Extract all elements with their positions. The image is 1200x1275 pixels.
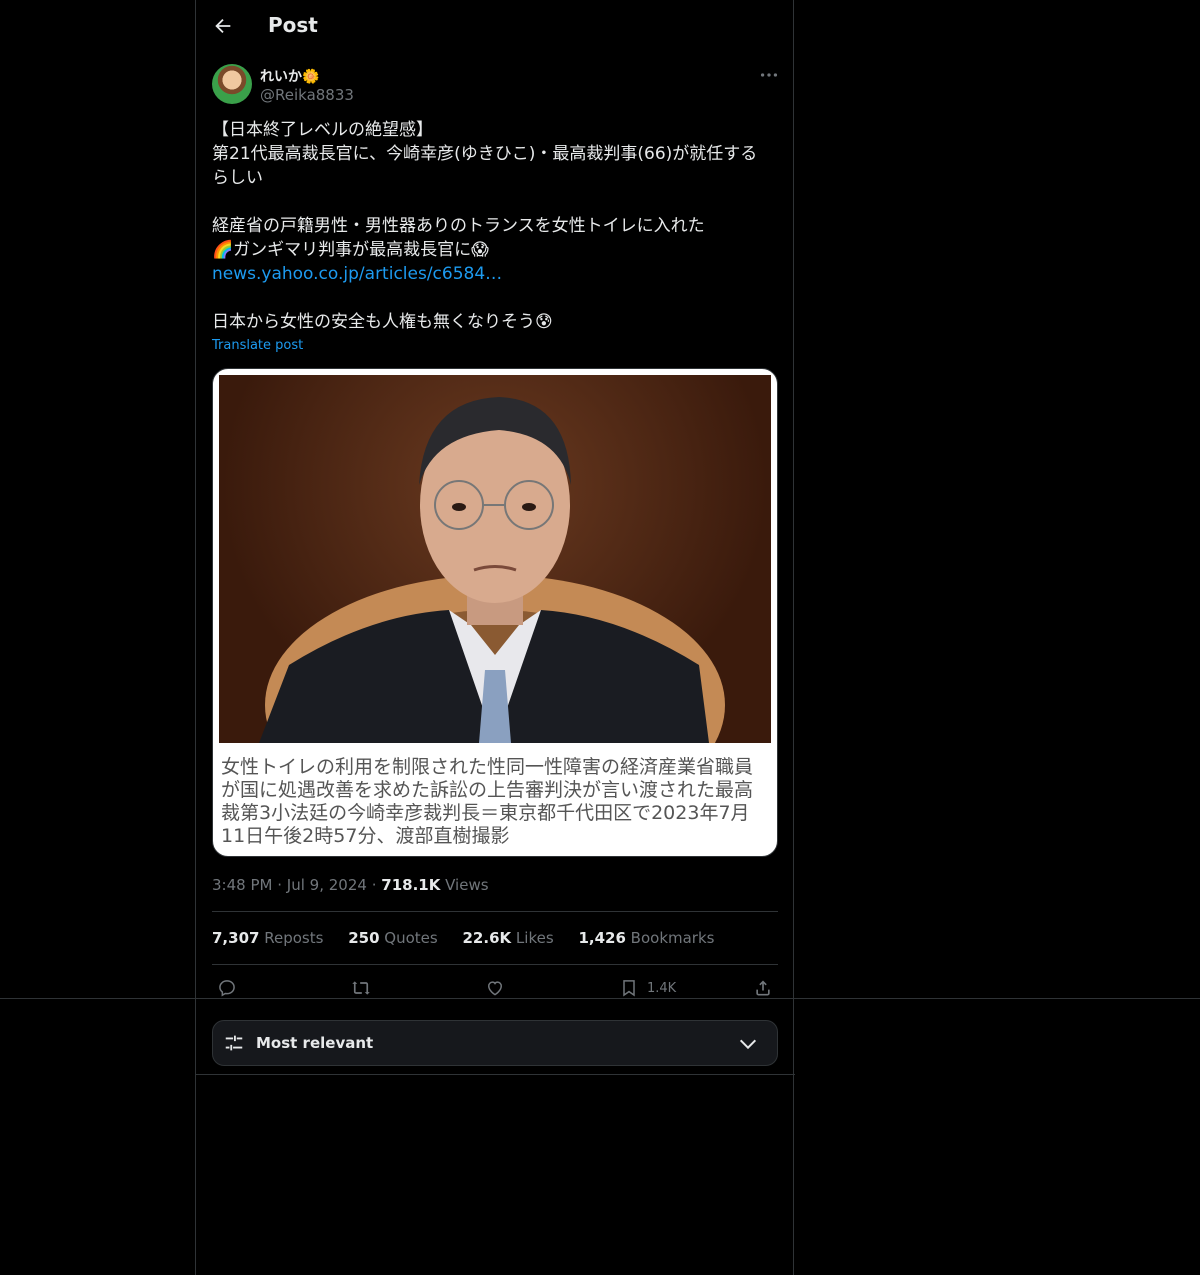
post-time[interactable]: 3:48 PM <box>212 876 272 894</box>
divider <box>212 911 778 912</box>
post-line: 第21代最高裁長官に、今崎幸彦(ゆきひこ)・最高裁判事(66)が就任するらしい <box>212 144 758 188</box>
views-label: Views <box>445 876 489 894</box>
avatar[interactable] <box>212 64 252 104</box>
engagement-stats: 7,307 Reposts 250 Quotes 22.6K Likes 1,4… <box>212 929 734 947</box>
repost-button[interactable] <box>351 977 371 999</box>
quotes-count: 250 <box>348 929 380 947</box>
meta-separator: · <box>371 876 377 894</box>
share-button[interactable] <box>753 977 773 999</box>
page-title: Post <box>268 13 318 37</box>
quotes-stat[interactable]: 250 Quotes <box>348 929 438 947</box>
author-name[interactable]: れいか🌼 <box>260 66 319 86</box>
bookmarks-label: Bookmarks <box>630 929 715 947</box>
bookmark-icon <box>623 980 635 997</box>
divider <box>212 964 778 965</box>
bookmark-button[interactable]: 1.4K <box>619 977 676 999</box>
likes-stat[interactable]: 22.6K Likes <box>463 929 554 947</box>
share-icon <box>756 980 770 996</box>
likes-count: 22.6K <box>462 929 512 947</box>
reply-icon <box>219 980 235 997</box>
main-column: Post れいか🌼 @Reika8833 【日本終了レベルの絶望感】 第21代最… <box>195 0 795 1275</box>
post-meta: 3:48 PM · Jul 9, 2024 · 718.1K Views <box>212 876 489 894</box>
reposts-label: Reposts <box>264 929 324 947</box>
bookmarks-count: 1,426 <box>578 929 626 947</box>
flower-emoji: 🌼 <box>302 69 320 85</box>
heart-icon <box>487 981 503 996</box>
media-image[interactable]: 女性トイレの利用を制限された性同一性障害の経済産業省職員が国に処遇改善を求めた訴… <box>212 368 778 857</box>
sort-replies-dropdown[interactable]: Most relevant <box>212 1020 778 1066</box>
quotes-label: Quotes <box>384 929 438 947</box>
reply-button[interactable] <box>217 977 237 999</box>
post-line: 経産省の戸籍男性・男性器ありのトランスを女性トイレに入れた <box>212 216 705 236</box>
judge-photo <box>219 375 771 743</box>
bookmark-count: 1.4K <box>647 980 677 996</box>
image-caption: 女性トイレの利用を制限された性同一性障害の経済産業省職員が国に処遇改善を求めた訴… <box>221 756 754 847</box>
post-text: 【日本終了レベルの絶望感】 第21代最高裁長官に、今崎幸彦(ゆきひこ)・最高裁判… <box>212 118 772 334</box>
reposts-stat[interactable]: 7,307 Reposts <box>212 929 323 947</box>
more-options-icon[interactable] <box>758 64 780 86</box>
back-arrow-icon[interactable] <box>212 15 234 37</box>
translate-post-link[interactable]: Translate post <box>212 338 303 353</box>
reposts-count: 7,307 <box>212 929 260 947</box>
author-name-text: れいか <box>260 69 302 85</box>
likes-label: Likes <box>515 929 554 947</box>
bookmarks-stat[interactable]: 1,426 Bookmarks <box>578 929 714 947</box>
like-button[interactable] <box>485 977 505 999</box>
divider <box>196 1074 795 1075</box>
sort-label: Most relevant <box>256 1034 374 1052</box>
post-line: 🌈ガンギマリ判事が最高裁長官に😱 <box>212 240 489 260</box>
header: Post <box>196 0 795 53</box>
sliders-icon <box>225 1035 243 1051</box>
repost-icon <box>352 981 370 995</box>
article-link[interactable]: news.yahoo.co.jp/articles/c6584… <box>212 264 502 284</box>
views-count: 718.1K <box>381 876 441 894</box>
post-line: 【日本終了レベルの絶望感】 <box>212 120 433 140</box>
meta-separator: · <box>277 876 283 894</box>
post-line: 日本から女性の安全も人権も無くなりそう😰 <box>212 312 553 332</box>
author-handle[interactable]: @Reika8833 <box>260 86 354 104</box>
chevron-down-icon <box>739 1039 757 1050</box>
post-date[interactable]: Jul 9, 2024 <box>287 876 367 894</box>
